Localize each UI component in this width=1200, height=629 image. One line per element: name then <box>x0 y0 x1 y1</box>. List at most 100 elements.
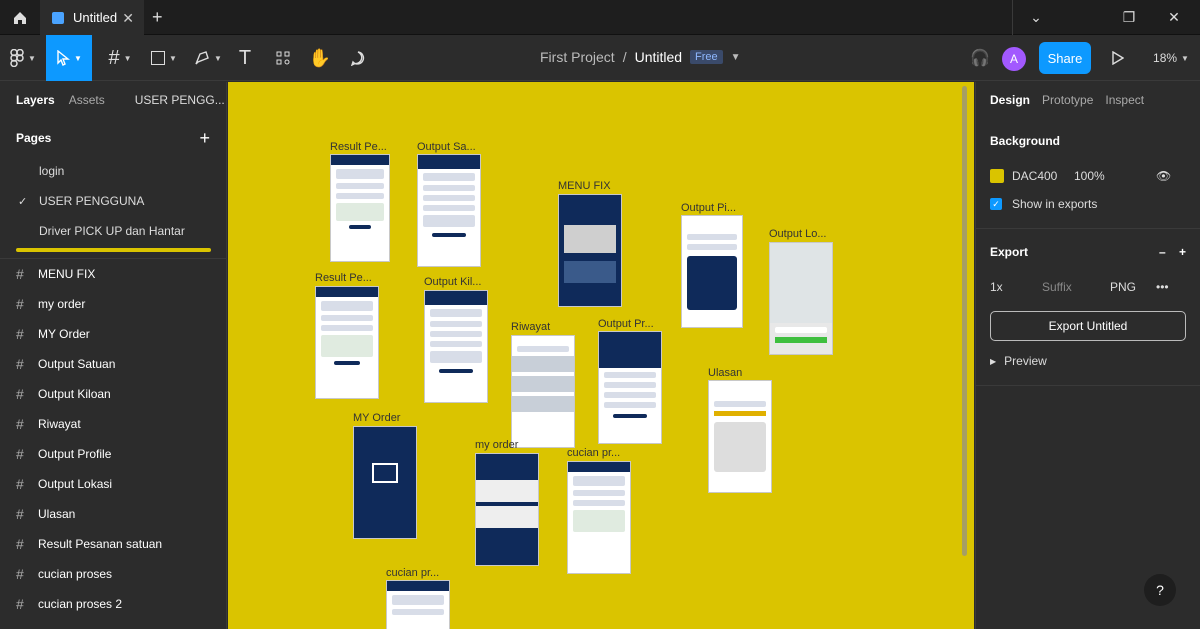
frame-output-pickup[interactable] <box>681 215 743 328</box>
bg-opacity[interactable]: 100% <box>1074 169 1156 183</box>
frame-label[interactable]: Result Pe... <box>330 141 387 153</box>
layer-item[interactable]: # Output Lokasi <box>0 469 226 499</box>
frame-label[interactable]: my order <box>475 439 518 451</box>
layer-label: Output Kiloan <box>38 387 111 401</box>
frame-icon: # <box>16 536 24 552</box>
frame-label[interactable]: Result Pe... <box>315 272 372 284</box>
avatar[interactable]: A <box>1002 47 1026 71</box>
restore-icon[interactable]: ❐ <box>1105 0 1153 35</box>
frame-line <box>604 402 656 408</box>
layer-item[interactable]: # Output Satuan <box>0 349 226 379</box>
zoom-dropdown[interactable]: 18% ▼ <box>1146 35 1196 81</box>
layer-item[interactable]: # cucian proses 2 <box>0 589 226 619</box>
frame-result-pesanan[interactable] <box>330 154 390 262</box>
help-button[interactable]: ? <box>1144 574 1176 606</box>
current-page-dropdown[interactable]: USER PENGG... <box>135 93 225 107</box>
export-format[interactable]: PNG <box>1110 280 1156 294</box>
frame-line <box>321 315 373 321</box>
minus-icon[interactable]: – <box>1159 245 1166 259</box>
frame-output-kiloan[interactable] <box>424 290 488 403</box>
new-tab-plus-icon[interactable]: + <box>152 7 163 28</box>
layer-item[interactable]: # Ulasan <box>0 499 226 529</box>
headphones-icon[interactable]: 🎧 <box>966 35 994 81</box>
frame-output-profile[interactable] <box>598 331 662 444</box>
canvas[interactable]: Result Pe... Output Sa... MENU FIX Outpu… <box>228 82 974 629</box>
frame-label[interactable]: cucian pr... <box>386 567 439 579</box>
frame-menu-fix[interactable] <box>558 194 622 307</box>
frame-label[interactable]: Output Pi... <box>681 202 736 214</box>
export-options-icon[interactable]: ••• <box>1156 280 1169 294</box>
frame-result-pesanan-2[interactable] <box>315 286 379 399</box>
frame-label[interactable]: Ulasan <box>708 367 742 379</box>
share-button[interactable]: Share <box>1039 42 1091 74</box>
frame-label[interactable]: MY Order <box>353 412 400 424</box>
pen-tool-icon[interactable]: ▼ <box>188 35 228 81</box>
pages-resize-handle[interactable] <box>16 248 211 252</box>
close-icon[interactable]: ✕ <box>122 10 134 27</box>
layer-item[interactable]: # cucian proses <box>0 559 226 589</box>
frame-my-order[interactable] <box>353 426 417 539</box>
tab-layers[interactable]: Layers <box>16 93 55 107</box>
page-item-login[interactable]: login <box>0 156 226 186</box>
home-icon[interactable] <box>0 0 40 35</box>
resources-icon[interactable] <box>268 35 298 81</box>
chevron-down-icon[interactable]: ⌄ <box>1012 0 1060 35</box>
layer-item[interactable]: # MY Order <box>0 319 226 349</box>
bg-hex[interactable]: DAC400 <box>1012 169 1074 183</box>
frame-label[interactable]: Riwayat <box>511 321 550 333</box>
window-close-icon[interactable]: ✕ <box>1150 0 1198 35</box>
frame-label[interactable]: Output Sa... <box>417 141 476 153</box>
canvas-scrollbar[interactable] <box>962 86 967 556</box>
text-tool-icon[interactable]: T <box>232 35 258 81</box>
layer-item[interactable]: # my order <box>0 289 226 319</box>
layer-label: Output Profile <box>38 447 112 461</box>
layer-item[interactable]: # Output Kiloan <box>0 379 226 409</box>
main-menu-figma-icon[interactable]: ▼ <box>0 35 46 81</box>
present-play-icon[interactable] <box>1104 35 1132 81</box>
frame-my-order-list[interactable] <box>475 453 539 566</box>
layer-item[interactable]: # MENU FIX <box>0 259 226 289</box>
eye-icon[interactable]: 👁 <box>1156 169 1171 183</box>
layer-item[interactable]: # Output Profile <box>0 439 226 469</box>
frame-cucian-proses[interactable] <box>567 461 631 574</box>
frame-label[interactable]: Output Lo... <box>769 228 826 240</box>
tab-design[interactable]: Design <box>990 93 1030 107</box>
background-fill-row[interactable]: DAC400 100% 👁 <box>990 162 1186 190</box>
file-menu-chevron-icon[interactable]: ▼ <box>731 52 741 63</box>
frame-label[interactable]: Output Pr... <box>598 318 654 330</box>
checkbox-icon[interactable]: ✓ <box>990 198 1002 210</box>
layer-item[interactable]: # Riwayat <box>0 409 226 439</box>
comment-tool-icon[interactable] <box>342 35 374 81</box>
tab-prototype[interactable]: Prototype <box>1042 93 1093 107</box>
frame-riwayat[interactable] <box>511 335 575 448</box>
tab-assets[interactable]: Assets <box>69 93 105 107</box>
frame-label[interactable]: Output Kil... <box>424 276 481 288</box>
frame-label[interactable]: MENU FIX <box>558 180 611 192</box>
frame-output-lokasi[interactable] <box>769 242 833 355</box>
hand-tool-icon[interactable]: ✋ <box>304 35 336 81</box>
frame-label[interactable]: cucian pr... <box>567 447 620 459</box>
project-name[interactable]: First Project <box>540 49 615 65</box>
tab-inspect[interactable]: Inspect <box>1105 93 1144 107</box>
frame-cucian-proses-2[interactable] <box>386 580 450 629</box>
export-button[interactable]: Export Untitled <box>990 311 1186 341</box>
frame-tool-icon[interactable]: # ▼ <box>100 35 140 81</box>
move-tool-cursor-icon[interactable]: ▼ <box>46 35 92 81</box>
page-item-user-pengguna[interactable]: ✓ USER PENGGUNA <box>0 186 226 216</box>
preview-row[interactable]: ▶ Preview <box>990 347 1186 375</box>
suffix-input[interactable]: Suffix <box>1042 280 1110 294</box>
frame-line <box>430 321 482 327</box>
frame-ulasan[interactable] <box>708 380 772 493</box>
frame-icon: # <box>16 476 24 492</box>
color-swatch[interactable] <box>990 169 1004 183</box>
rectangle-tool-icon[interactable]: ▼ <box>144 35 184 81</box>
page-item-driver[interactable]: Driver PICK UP dan Hantar <box>0 216 226 246</box>
plus-icon[interactable]: + <box>1179 245 1186 259</box>
show-in-exports-row[interactable]: ✓ Show in exports <box>990 190 1186 218</box>
file-tab[interactable]: Untitled ✕ <box>40 0 144 35</box>
add-page-plus-icon[interactable]: + <box>199 128 210 149</box>
export-scale[interactable]: 1x <box>990 280 1042 294</box>
layer-item[interactable]: # Result Pesanan satuan <box>0 529 226 559</box>
frame-output-satuan[interactable] <box>417 154 481 267</box>
file-name[interactable]: Untitled <box>635 49 682 65</box>
